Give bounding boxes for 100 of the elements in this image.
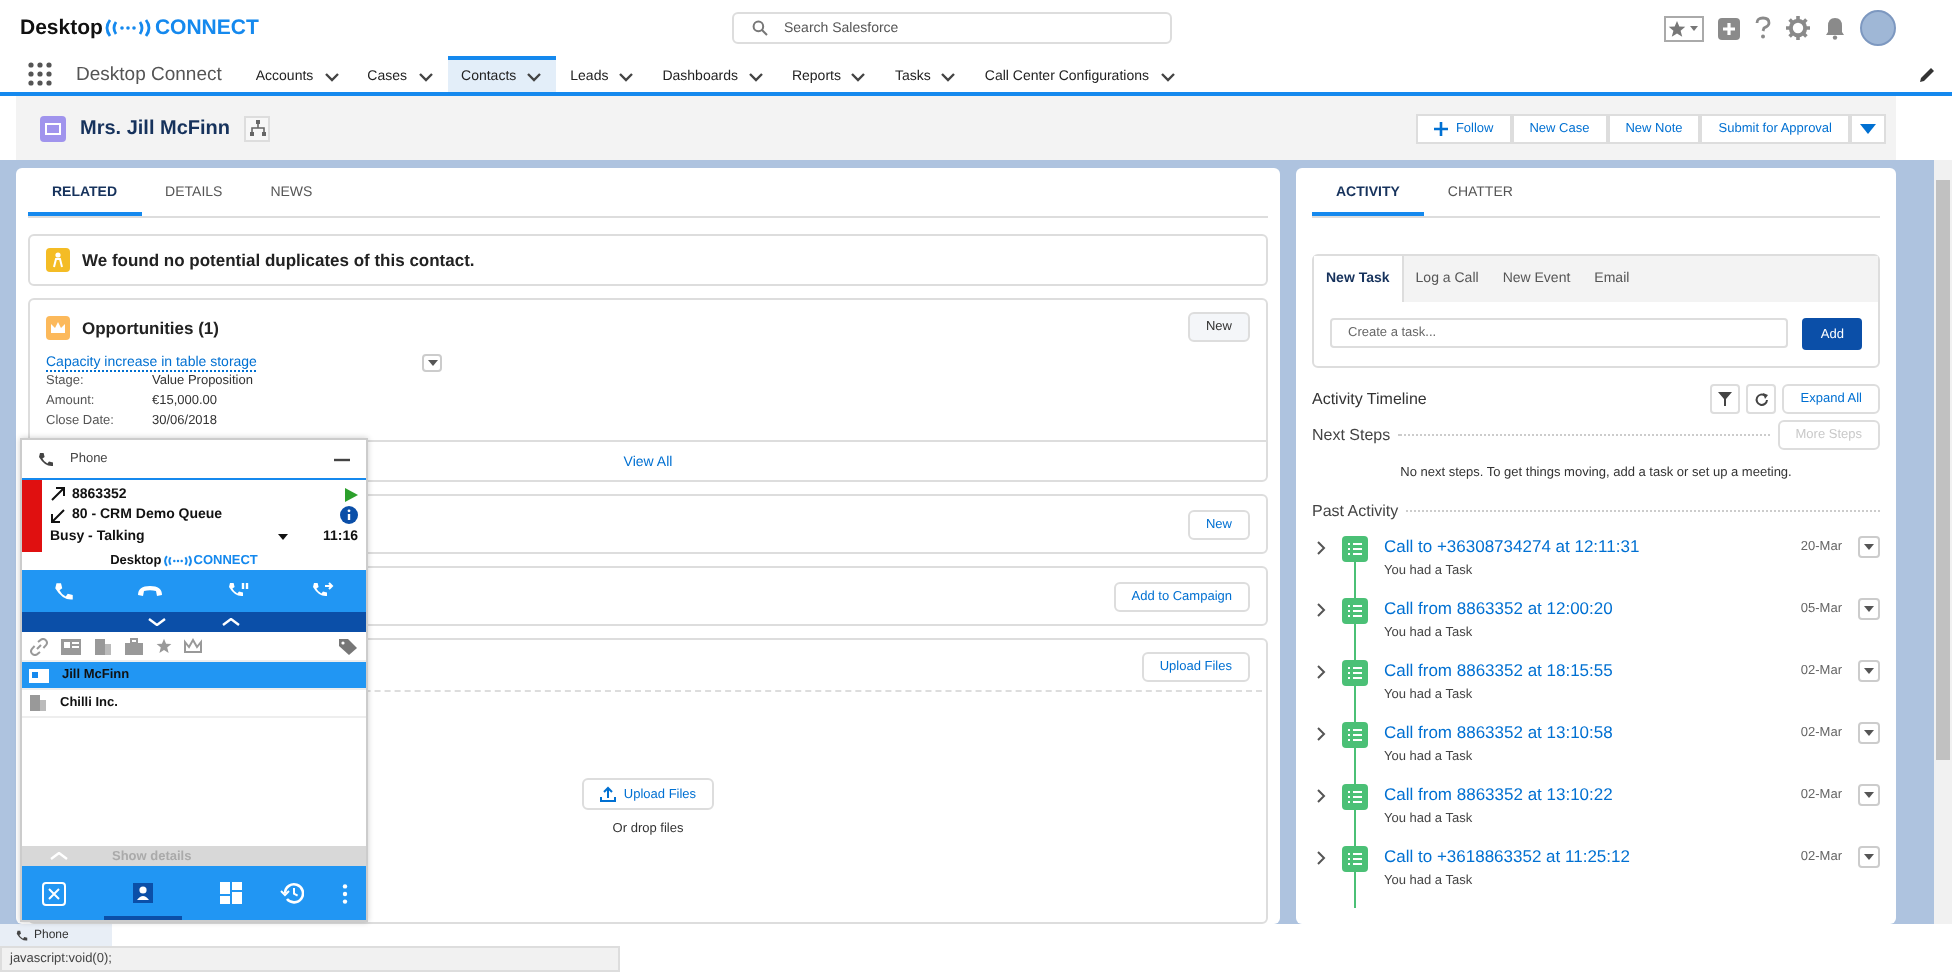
contact-icon [131, 879, 153, 903]
chevron-down-icon [526, 71, 543, 81]
more-icon[interactable] [341, 883, 347, 903]
timeline-title: Activity Timeline [1312, 390, 1427, 408]
link-icon[interactable] [30, 637, 48, 655]
plus-icon [1433, 121, 1448, 135]
row-menu-button[interactable] [1858, 784, 1880, 806]
building-icon [28, 694, 48, 712]
more-actions-button[interactable] [1850, 113, 1886, 143]
chevron-down-icon [747, 71, 764, 81]
chevron-down-icon [940, 71, 957, 81]
contact-icon [40, 115, 66, 141]
phone-icon [16, 929, 28, 941]
caret-icon [1864, 792, 1874, 798]
notice-text: We found no potential duplicates of this contact. [82, 250, 475, 270]
caret-icon [1864, 544, 1874, 550]
status-indicator [22, 480, 42, 552]
row-menu-button[interactable] [1858, 722, 1880, 744]
chevron-right-icon[interactable] [1316, 664, 1326, 680]
transfer-icon[interactable] [312, 581, 335, 601]
section-label: Next Steps [1312, 426, 1391, 444]
close-box-icon[interactable] [41, 881, 65, 905]
contact-card-icon[interactable] [60, 637, 82, 655]
person-icon [46, 248, 70, 272]
chevron-down-icon [618, 71, 635, 81]
caret-icon [1864, 606, 1874, 612]
chevron-down-icon[interactable] [148, 618, 166, 626]
app-name: Desktop Connect [76, 63, 222, 85]
caret-icon [1864, 730, 1874, 736]
chevron-right-icon[interactable] [1316, 788, 1326, 804]
section-label: Past Activity [1312, 502, 1399, 520]
upload-icon [599, 786, 616, 802]
avatar-icon[interactable] [1860, 10, 1896, 46]
play-icon[interactable] [344, 487, 358, 502]
scrollbar[interactable] [1934, 160, 1952, 924]
search-icon [752, 20, 768, 36]
pencil-icon[interactable] [1918, 65, 1936, 83]
caret-icon [1864, 668, 1874, 674]
settings-icon[interactable] [1786, 16, 1810, 40]
row-menu-button[interactable] [1858, 660, 1880, 682]
logo-text: CONNECT [154, 16, 259, 40]
app-launcher-icon[interactable] [28, 62, 52, 86]
building-icon[interactable] [94, 637, 112, 655]
incoming-arrow-icon [50, 507, 66, 524]
refresh-icon [1753, 391, 1770, 407]
chevron-down-icon [417, 71, 434, 81]
signal-icon [102, 18, 155, 38]
refresh-button[interactable] [1746, 384, 1777, 414]
chevron-right-icon[interactable] [1316, 602, 1326, 618]
phone-icon[interactable] [53, 581, 74, 601]
row-menu-button[interactable] [1858, 598, 1880, 620]
tag-icon[interactable] [338, 637, 358, 655]
hierarchy-button[interactable] [244, 115, 271, 141]
chevron-down-icon [323, 71, 340, 81]
record-title: Mrs. Jill McFinn [80, 117, 231, 139]
briefcase-icon[interactable] [124, 637, 144, 655]
crown-icon[interactable] [184, 638, 202, 654]
crown-icon [46, 315, 70, 339]
filter-button[interactable] [1710, 384, 1741, 414]
favorites-button[interactable] [1664, 15, 1704, 41]
minimize-icon[interactable] [334, 456, 350, 462]
hold-icon[interactable] [227, 581, 250, 601]
signal-icon [161, 554, 194, 568]
row-menu-button[interactable] [1858, 536, 1880, 558]
activity-link[interactable]: Call from 8863352 at 18:15:55 [1384, 660, 1785, 680]
activity-link[interactable]: Call from 8863352 at 13:10:22 [1384, 784, 1785, 804]
activity-link[interactable]: Call from 8863352 at 13:10:58 [1384, 722, 1785, 742]
bell-icon[interactable] [1824, 16, 1846, 40]
caret-icon [1688, 22, 1700, 34]
help-icon[interactable] [1754, 16, 1772, 40]
chevron-down-icon [1159, 71, 1175, 81]
plus-icon[interactable] [1718, 17, 1740, 39]
phone-icon [38, 451, 54, 467]
caret-icon [1864, 854, 1874, 860]
chevron-down-icon [850, 71, 867, 81]
chevron-up-icon[interactable] [222, 618, 240, 626]
chevron-up-icon [50, 852, 68, 860]
star-icon [1668, 19, 1686, 37]
grid-icon[interactable] [219, 882, 241, 904]
hierarchy-icon [249, 120, 266, 136]
activity-link[interactable]: Call to +3618863352 at 11:25:12 [1384, 846, 1785, 866]
star-icon[interactable] [156, 638, 172, 654]
contact-card-icon [28, 667, 50, 683]
logo-text: Desktop [20, 16, 103, 40]
chevron-right-icon[interactable] [1316, 540, 1326, 556]
activity-link[interactable]: Call to +36308734274 at 12:11:31 [1384, 536, 1785, 556]
caret-icon [1860, 123, 1876, 133]
activity-link[interactable]: Call from 8863352 at 12:00:20 [1384, 598, 1785, 618]
section-title: Opportunities (1) [82, 317, 219, 337]
chevron-right-icon[interactable] [1316, 850, 1326, 866]
caret-icon[interactable] [278, 533, 289, 540]
info-icon[interactable] [340, 506, 358, 525]
outgoing-arrow-icon [50, 486, 66, 503]
filter-icon [1718, 392, 1733, 406]
row-menu-button[interactable] [1858, 846, 1880, 868]
caret-icon [427, 360, 437, 366]
row-menu-button[interactable] [422, 354, 442, 372]
history-icon[interactable] [279, 882, 303, 904]
chevron-right-icon[interactable] [1316, 726, 1326, 742]
hang-up-icon[interactable] [136, 584, 165, 598]
